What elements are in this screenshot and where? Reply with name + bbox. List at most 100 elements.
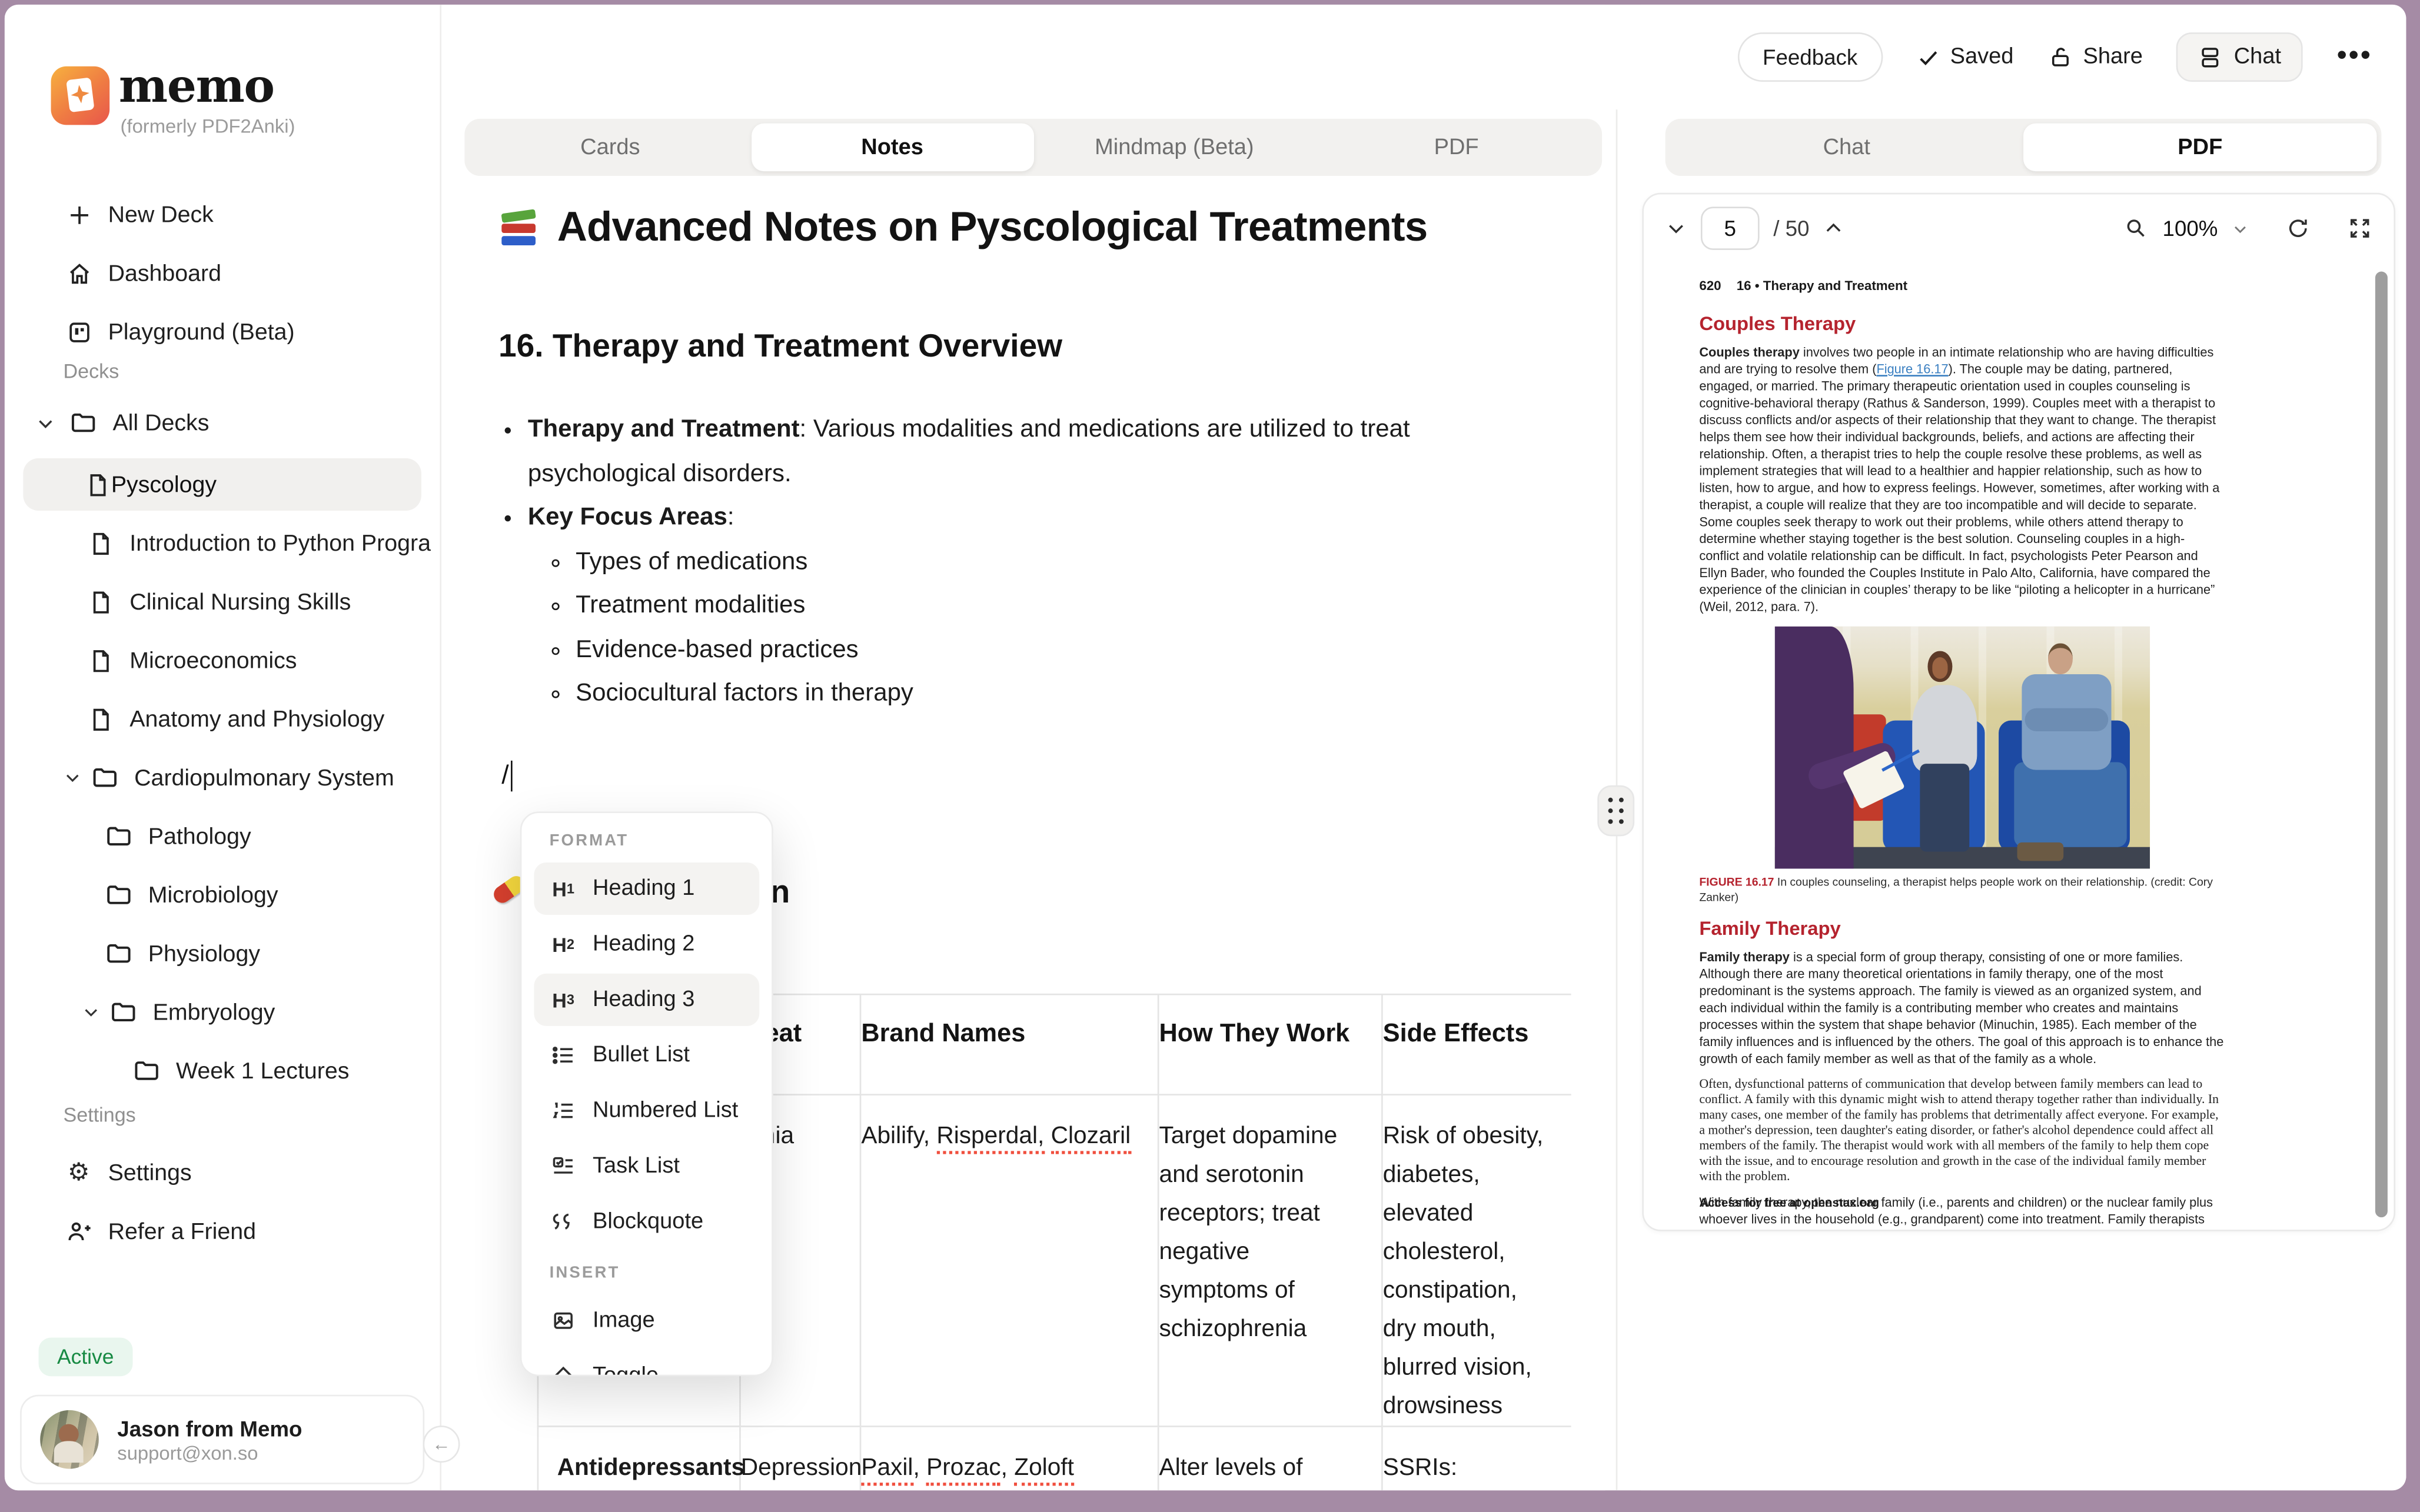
pdf-scrollbar[interactable]: [2375, 271, 2388, 1218]
more-options-icon[interactable]: •••: [2336, 40, 2372, 74]
fullscreen-icon[interactable]: [2348, 216, 2372, 241]
refresh-icon[interactable]: [2286, 216, 2311, 241]
sidebar-item-refer-a-friend[interactable]: Refer a Friend: [5, 1208, 441, 1254]
slash-command-input[interactable]: /: [501, 760, 513, 792]
deck-label: Introduction to Python Progra...: [129, 529, 433, 557]
chat-toggle-button[interactable]: Chat: [2176, 32, 2303, 82]
sidebar-item-pathology[interactable]: Pathology: [5, 813, 441, 860]
sidebar-item-clinical-nursing[interactable]: Clinical Nursing Skills: [5, 578, 441, 625]
folder-icon: [104, 940, 134, 967]
menu-item-blockquote[interactable]: Blockquote: [534, 1195, 759, 1248]
right-tab-bar: Chat PDF: [1665, 118, 2382, 176]
sidebar-item-playground[interactable]: Playground (Beta): [5, 308, 441, 355]
menu-item-numbered-list[interactable]: Numbered List: [534, 1085, 759, 1137]
figure-caption-text: In couples counseling, a therapist helps…: [1699, 874, 2213, 904]
gear-icon: ⚙: [67, 1160, 90, 1187]
sidebar-item-dashboard[interactable]: Dashboard: [5, 250, 441, 297]
menu-item-label: Task List: [593, 1154, 680, 1179]
sidebar-item-microeconomics[interactable]: Microeconomics: [5, 637, 441, 684]
list-item[interactable]: Key Focus Areas: Types of medications Tr…: [528, 497, 1425, 717]
misspelled-word: Zoloft: [1014, 1454, 1074, 1486]
sidebar-item-pyscology[interactable]: Pyscology: [23, 458, 421, 511]
cell-text: Abilify,: [861, 1123, 937, 1150]
table-cell[interactable]: Depression and anxiety: [741, 1427, 862, 1491]
app-window: memo (formerly PDF2Anki) New Deck Dashbo…: [4, 4, 2406, 1491]
list-item[interactable]: Sociocultural factors in therapy: [576, 672, 1424, 717]
sidebar-item-anatomy[interactable]: Anatomy and Physiology: [5, 696, 441, 742]
page-down-button[interactable]: [1666, 218, 1687, 239]
file-icon: [85, 530, 115, 557]
sidebar-item-cardiopulmonary[interactable]: Cardiopulmonary System: [5, 754, 441, 801]
menu-item-heading1[interactable]: H 1 Heading 1: [534, 862, 760, 915]
table-header-side-effects[interactable]: Side Effects: [1382, 995, 1571, 1095]
table-cell[interactable]: Paxil, Prozac, Zoloft (SSRIs):: [861, 1427, 1159, 1491]
figure-link[interactable]: Figure 16.17: [1876, 361, 1948, 377]
notes-editor-panel: Cards Notes Mindmap (Beta) PDF Advanced …: [441, 4, 1605, 1491]
list-item[interactable]: Types of medications: [576, 541, 1424, 585]
menu-item-label: Bullet List: [593, 1043, 690, 1068]
pdf-running-header: 620 16 • Therapy and Treatment: [1699, 278, 2224, 293]
table-cell[interactable]: Risk of obesity, diabetes, elevated chol…: [1382, 1095, 1571, 1427]
page-title[interactable]: Advanced Notes on Pyscological Treatment…: [498, 204, 1428, 251]
pdf-paragraph: Often, dysfunctional patterns of communi…: [1699, 1077, 2219, 1184]
folder-icon: [68, 409, 98, 437]
memo-logo-icon[interactable]: [51, 66, 110, 125]
sidebar-item-intro-python[interactable]: Introduction to Python Progra...: [5, 520, 441, 567]
page-number-input[interactable]: [1700, 207, 1760, 250]
tab-cards[interactable]: Cards: [469, 124, 751, 171]
list-item[interactable]: Treatment modalities: [576, 585, 1424, 629]
table-cell[interactable]: Alter levels of neurotransmitters: [1159, 1427, 1383, 1491]
sidebar-item-all-decks[interactable]: All Decks: [5, 399, 441, 446]
menu-item-task-list[interactable]: Task List: [534, 1140, 759, 1193]
section-heading[interactable]: 16. Therapy and Treatment Overview: [498, 329, 1062, 366]
zoom-caret-icon[interactable]: [2232, 220, 2249, 237]
table-header-brand-names[interactable]: Brand Names: [861, 995, 1159, 1095]
page-title-text: Advanced Notes on Pyscological Treatment…: [557, 204, 1428, 250]
tab-notes[interactable]: Notes: [751, 123, 1033, 172]
cell-text: ,: [1000, 1454, 1015, 1481]
bullet-list[interactable]: Therapy and Treatment: Various modalitie…: [498, 409, 1424, 717]
menu-item-toggle[interactable]: Toggle: [534, 1350, 759, 1375]
table-cell[interactable]: Abilify, Risperdal, Clozaril: [861, 1095, 1159, 1427]
zoom-level-value[interactable]: 100%: [2163, 216, 2218, 241]
page-total-label: / 50: [1773, 216, 1810, 241]
list-item[interactable]: Evidence-based practices: [576, 629, 1424, 673]
table-cell[interactable]: SSRIs: headache,: [1383, 1427, 1571, 1491]
misspelled-word: Risperdal,: [936, 1123, 1045, 1154]
sidebar-item-physiology[interactable]: Physiology: [5, 930, 441, 977]
share-button[interactable]: Share: [2047, 45, 2143, 69]
tab-mindmap[interactable]: Mindmap (Beta): [1033, 124, 1315, 171]
sidebar-item-settings[interactable]: ⚙ Settings: [5, 1150, 441, 1196]
bullet-rest: :: [727, 504, 734, 531]
bullet-lead: Therapy and Treatment: [527, 417, 800, 443]
tab-pdf-viewer[interactable]: PDF: [2023, 123, 2377, 172]
table-cell[interactable]: Target dopamine and serotonin receptors;…: [1159, 1095, 1383, 1427]
folder-icon: [89, 764, 120, 791]
feedback-button[interactable]: Feedback: [1738, 32, 1883, 82]
panel-resize-handle[interactable]: [1597, 785, 1635, 837]
table-cell[interactable]: Antidepressants: [537, 1427, 744, 1491]
sidebar-item-embryology[interactable]: Embryology: [5, 989, 441, 1035]
table-header-how-they-work[interactable]: How They Work: [1159, 995, 1383, 1095]
menu-item-bullet-list[interactable]: Bullet List: [534, 1029, 759, 1081]
menu-item-label: Numbered List: [593, 1098, 739, 1124]
playground-icon: [64, 319, 94, 345]
menu-item-image[interactable]: Image: [534, 1294, 759, 1347]
list-item[interactable]: Therapy and Treatment: Various modalitie…: [528, 409, 1425, 497]
pdf-viewer-card: / 50 100% 620 16 • Therapy and Treatment…: [1642, 192, 2396, 1231]
tab-pdf[interactable]: PDF: [1315, 124, 1597, 171]
saved-indicator: Saved: [1916, 45, 2013, 69]
sidebar-collapse-button[interactable]: ←: [423, 1426, 460, 1463]
sidebar-item-week1-lectures[interactable]: Week 1 Lectures: [5, 1048, 441, 1094]
misspelled-word: Paxil: [861, 1454, 913, 1486]
menu-item-label: Heading 2: [593, 931, 695, 957]
user-account-card[interactable]: Jason from Memo support@xon.so: [20, 1394, 425, 1484]
zoom-search-icon[interactable]: [2124, 216, 2149, 241]
page-up-button[interactable]: [1823, 218, 1845, 239]
menu-item-heading2[interactable]: H 2 Heading 2: [534, 918, 759, 970]
sidebar-item-microbiology[interactable]: Microbiology: [5, 872, 441, 918]
text-cursor: [510, 760, 513, 792]
sidebar-item-new-deck[interactable]: New Deck: [5, 191, 441, 238]
tab-chat[interactable]: Chat: [1670, 124, 2023, 171]
menu-item-heading3[interactable]: H 3 Heading 3: [534, 973, 760, 1026]
